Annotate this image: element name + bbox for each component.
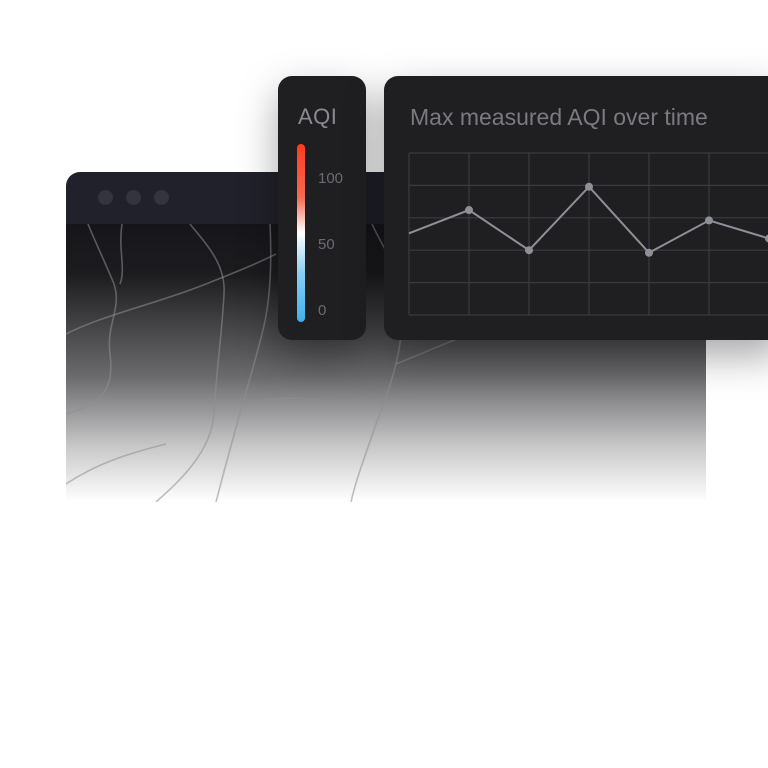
window-minimize-dot[interactable] (126, 190, 141, 205)
aqi-line-chart (408, 152, 768, 316)
legend-color-scale (297, 144, 305, 322)
map-road (66, 443, 167, 485)
data-point (705, 216, 713, 225)
legend-tick-100: 100 (318, 170, 344, 187)
window-close-dot[interactable] (98, 190, 113, 205)
map-road (66, 253, 277, 335)
data-point (585, 182, 593, 191)
map-road (155, 224, 225, 502)
aqi-chart-panel: Max measured AQI over time (384, 76, 768, 340)
legend-tick-0: 0 (318, 302, 327, 319)
data-point (645, 248, 653, 257)
legend-tick-50: 50 (318, 236, 335, 253)
data-point (525, 246, 533, 255)
map-road (66, 224, 118, 415)
map-road (235, 397, 337, 405)
aqi-legend-panel: AQI 100 50 0 (278, 76, 366, 340)
chart-grid (408, 152, 768, 316)
map-road (119, 224, 124, 285)
legend-title: AQI (298, 104, 338, 129)
map-road (215, 224, 272, 502)
window-maximize-dot[interactable] (154, 190, 169, 205)
data-point (465, 206, 473, 215)
